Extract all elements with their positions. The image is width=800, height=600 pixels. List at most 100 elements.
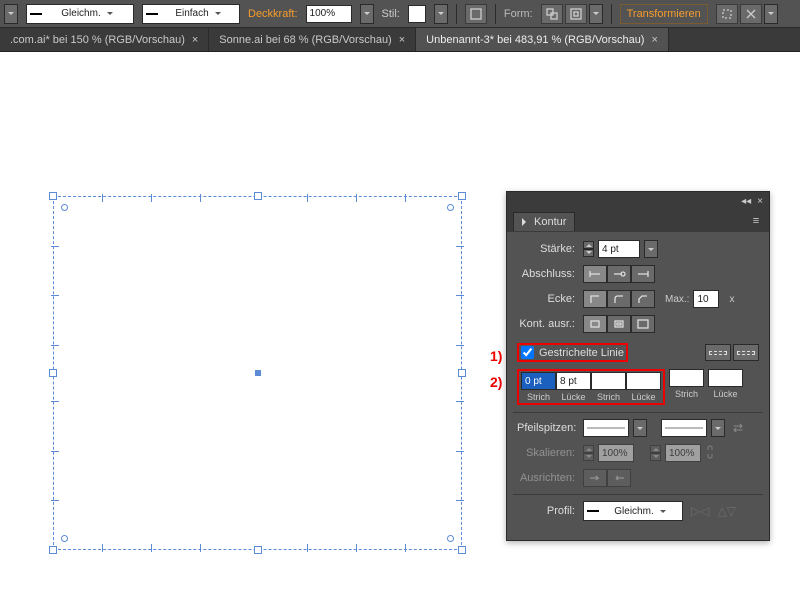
corner-round-icon[interactable] xyxy=(607,290,631,308)
scale-field-1[interactable]: 100% xyxy=(598,444,634,462)
corner-widget[interactable] xyxy=(447,204,454,211)
swap-arrows-icon[interactable]: ⇄ xyxy=(733,421,743,435)
divider xyxy=(513,494,763,495)
corner-widget[interactable] xyxy=(61,535,68,542)
align-arrow-label: Ausrichten: xyxy=(517,472,579,484)
align-dropdown[interactable] xyxy=(764,4,778,24)
dashed-line-checkbox[interactable] xyxy=(521,346,534,359)
gap-field[interactable] xyxy=(708,369,743,387)
weight-row: Stärke: 4 pt xyxy=(517,240,759,258)
profile-dropdown[interactable]: Gleichm. xyxy=(583,501,683,521)
document-tab[interactable]: .com.ai* bei 150 % (RGB/Vorschau)× xyxy=(0,28,209,51)
align-icon[interactable] xyxy=(716,4,738,24)
tool-preset-dropdown[interactable] xyxy=(4,4,18,24)
scale-field-2[interactable]: 100% xyxy=(665,444,701,462)
weight-label: Stärke: xyxy=(517,243,579,255)
align-arrow-icon[interactable] xyxy=(583,469,607,487)
stroke-profile-2[interactable]: Einfach xyxy=(142,4,240,24)
options-bar: Gleichm. Einfach Deckkraft: 100% Stil: F… xyxy=(0,0,800,28)
gap-field[interactable] xyxy=(626,372,661,390)
close-icon[interactable]: × xyxy=(757,196,763,207)
panel-titlebar[interactable]: ◂◂ × xyxy=(507,192,769,210)
style-dropdown[interactable] xyxy=(434,4,448,24)
dash-align-buttons xyxy=(705,344,759,361)
shape-mode-dropdown[interactable] xyxy=(589,4,603,24)
flip-across-icon[interactable]: ▷◁ xyxy=(691,504,709,518)
cap-round-icon[interactable] xyxy=(607,265,631,283)
panel-tab-kontur[interactable]: Kontur xyxy=(513,212,575,231)
bbox-handle[interactable] xyxy=(254,546,262,554)
canvas-area[interactable]: 1) 2) ◂◂ × Kontur ≡ Stärke: 4 pt Abschlu… xyxy=(0,52,800,600)
close-icon[interactable]: × xyxy=(651,34,657,46)
separator xyxy=(456,4,457,24)
opacity-dropdown[interactable] xyxy=(360,4,374,24)
dash-preserve-icon[interactable] xyxy=(705,344,731,361)
annotation-1: 1) xyxy=(490,348,502,364)
corner-widget[interactable] xyxy=(447,535,454,542)
close-icon[interactable]: × xyxy=(399,34,405,46)
bbox-handle[interactable] xyxy=(49,192,57,200)
collapse-icon[interactable]: ◂◂ xyxy=(741,196,751,207)
weight-field[interactable]: 4 pt xyxy=(598,240,640,258)
dash-cell: Strich xyxy=(591,372,626,402)
document-setup-icon[interactable] xyxy=(465,4,487,24)
cap-buttons xyxy=(583,265,655,283)
dash-align-corners-icon[interactable] xyxy=(733,344,759,361)
tab-label: Unbenannt-3* bei 483,91 % (RGB/Vorschau) xyxy=(426,34,644,46)
corner-widget[interactable] xyxy=(61,204,68,211)
bbox-handle[interactable] xyxy=(254,192,262,200)
gap-field[interactable]: 8 pt xyxy=(556,372,591,390)
weight-dropdown[interactable] xyxy=(644,240,658,258)
bbox-handle[interactable] xyxy=(49,546,57,554)
bbox-handle[interactable] xyxy=(49,369,57,377)
document-tab[interactable]: Unbenannt-3* bei 483,91 % (RGB/Vorschau)… xyxy=(416,28,669,51)
align-inside-icon[interactable] xyxy=(607,315,631,333)
separator xyxy=(495,4,496,24)
dash-field[interactable] xyxy=(669,369,704,387)
dash-cell: Lücke xyxy=(708,369,743,399)
disclosure-icon xyxy=(522,218,530,226)
scale-stepper[interactable] xyxy=(650,445,661,461)
dash-field[interactable] xyxy=(591,372,626,390)
dashed-row: Gestrichelte Linie xyxy=(517,343,759,362)
dash-cell-label: Strich xyxy=(591,392,626,402)
cap-butt-icon[interactable] xyxy=(583,265,607,283)
opacity-label: Deckkraft: xyxy=(248,8,298,20)
flip-along-icon[interactable]: △▽ xyxy=(717,504,735,518)
cap-project-icon[interactable] xyxy=(631,265,655,283)
link-icon[interactable] xyxy=(705,445,715,462)
annotation-2: 2) xyxy=(490,374,502,390)
bbox-handle[interactable] xyxy=(458,369,466,377)
style-swatch[interactable] xyxy=(408,5,426,23)
opacity-field[interactable]: 100% xyxy=(306,5,352,23)
corner-bevel-icon[interactable] xyxy=(631,290,655,308)
shape-mode-icon[interactable] xyxy=(541,4,563,24)
transform-button[interactable]: Transformieren xyxy=(620,4,708,24)
shape-mode-icon[interactable] xyxy=(565,4,587,24)
align-center-icon[interactable] xyxy=(583,315,607,333)
arrow-end[interactable] xyxy=(661,419,707,437)
corner-miter-icon[interactable] xyxy=(583,290,607,308)
arrow-start[interactable] xyxy=(583,419,629,437)
bbox-handle[interactable] xyxy=(458,192,466,200)
stroke-panel: ◂◂ × Kontur ≡ Stärke: 4 pt Abschluss: xyxy=(506,191,770,541)
stroke-profile-1[interactable]: Gleichm. xyxy=(26,4,134,24)
arrow-start-dropdown[interactable] xyxy=(633,419,647,437)
align-outside-icon[interactable] xyxy=(631,315,655,333)
center-point[interactable] xyxy=(255,370,261,376)
align-stroke-buttons xyxy=(583,315,655,333)
align-arrow-icon[interactable] xyxy=(607,469,631,487)
selected-rectangle[interactable] xyxy=(53,196,462,550)
miter-field[interactable]: 10 xyxy=(693,290,719,308)
panel-menu-icon[interactable]: ≡ xyxy=(749,215,763,227)
dash-field[interactable]: 0 pt xyxy=(521,372,556,390)
document-tab[interactable]: Sonne.ai bei 68 % (RGB/Vorschau)× xyxy=(209,28,416,51)
bbox-handle[interactable] xyxy=(458,546,466,554)
weight-stepper[interactable] xyxy=(583,241,594,257)
arrow-end-dropdown[interactable] xyxy=(711,419,725,437)
align-icon[interactable] xyxy=(740,4,762,24)
scale-stepper[interactable] xyxy=(583,445,594,461)
dashed-line-checkbox-wrap[interactable]: Gestrichelte Linie xyxy=(517,343,628,362)
close-icon[interactable]: × xyxy=(192,34,198,46)
dash-cell: 0 ptStrich xyxy=(521,372,556,402)
